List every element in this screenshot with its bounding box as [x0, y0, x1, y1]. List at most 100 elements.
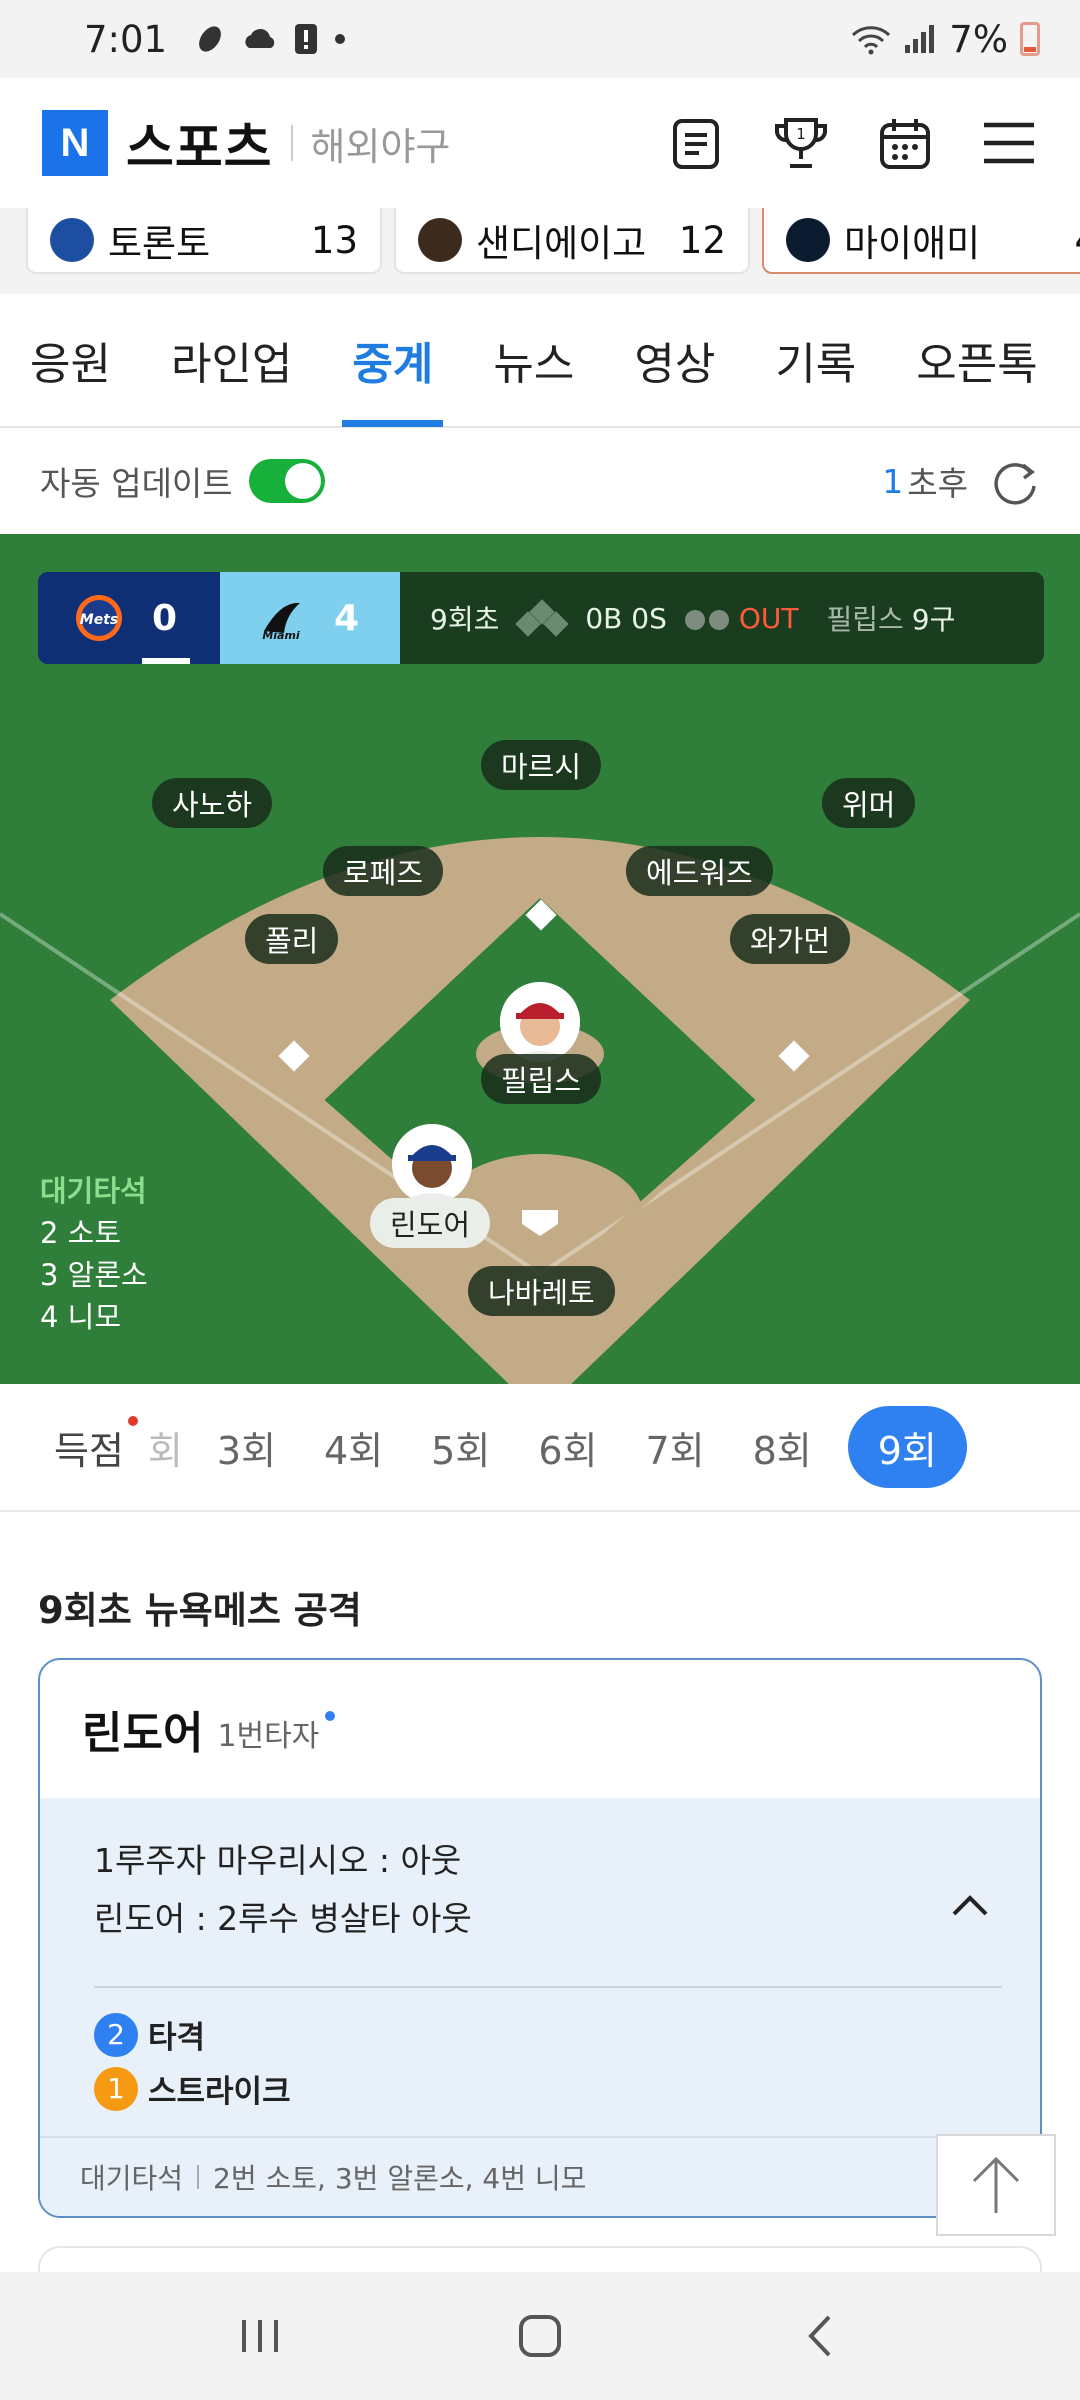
game-scores-strip: 토론토 13 샌디에이고 12 마이애미 4 — [0, 208, 1080, 294]
inning-tab-8[interactable]: 8회 — [729, 1420, 836, 1475]
naver-logo[interactable]: N — [42, 110, 108, 176]
fielder-left[interactable]: 사노하 — [152, 778, 273, 828]
scoreboard-marlins: Miami 4 — [220, 572, 400, 664]
on-deck-player: 2 소토 — [40, 1216, 122, 1250]
countdown-number: 1 — [882, 461, 904, 501]
mets-score: 0 — [152, 597, 178, 639]
brand-title[interactable]: 스포츠 — [126, 106, 273, 181]
recent-apps-icon — [242, 2320, 278, 2352]
batter-name[interactable]: 린도어 — [82, 1697, 203, 1761]
miami-logo-icon — [786, 218, 830, 262]
dot-icon — [335, 34, 346, 44]
pitch-number-badge: 1 — [94, 2066, 138, 2111]
score-card-team: 토론토 — [108, 222, 211, 265]
pitch-result: 스트라이크 — [148, 2074, 291, 2110]
signal-icon — [905, 25, 935, 53]
mets-logo-icon: Mets — [76, 595, 122, 641]
score-card-miami[interactable]: 마이애미 4 — [762, 208, 1080, 274]
inning-tab-4[interactable]: 4회 — [300, 1420, 407, 1475]
score-card-toronto[interactable]: 토론토 13 — [26, 208, 382, 274]
batter-label[interactable]: 린도어 — [370, 1198, 491, 1248]
at-bat-header: 린도어 1번타자 — [40, 1660, 1040, 1798]
inning-tab-partial[interactable]: 회 — [148, 1420, 193, 1475]
inning-tab-6[interactable]: 6회 — [514, 1420, 621, 1475]
fielder-second-base[interactable]: 에드워즈 — [626, 846, 773, 896]
play-event: 린도어 : 2루수 병살타 아웃 — [94, 1899, 472, 1938]
auto-update-toggle[interactable] — [248, 459, 325, 503]
on-deck-title: 대기타석 — [40, 1174, 147, 1208]
status-time: 7:01 — [84, 17, 168, 61]
fielder-center[interactable]: 마르시 — [481, 740, 602, 790]
field-view: Mets 0 Miami 4 9회초 0B 0S OUT 필립스 9구 사노하 … — [0, 534, 1080, 1384]
scoreboard-info: 9회초 0B 0S OUT 필립스 9구 — [400, 598, 955, 638]
section-title[interactable]: 해외야구 — [311, 116, 451, 171]
inning-tabs: 득점 회 3회 4회 5회 6회 7회 8회 9회 — [0, 1384, 1080, 1512]
pitch-result: 타격 — [148, 2020, 206, 2056]
home-button[interactable] — [500, 2296, 580, 2376]
fielder-first-base[interactable]: 와가먼 — [730, 914, 851, 964]
tab-cheer[interactable]: 응원 — [0, 293, 141, 427]
out-label: OUT — [738, 601, 799, 635]
inning-tab-score-label: 득점 — [54, 1428, 124, 1473]
new-dot-icon — [127, 1415, 138, 1426]
battery-percent: 7% — [949, 17, 1008, 61]
tab-records[interactable]: 기록 — [745, 293, 886, 427]
ball-strike-count: 0B 0S — [585, 601, 667, 635]
sandiego-logo-icon — [418, 218, 462, 262]
play-event: 1루주자 마우리시오 : 아웃 — [94, 1841, 462, 1880]
pitch-count: 9구 — [911, 603, 956, 636]
new-indicator-dot — [325, 1711, 336, 1721]
detail-divider — [94, 1986, 1002, 1988]
scoreboard-mets: Mets 0 — [38, 572, 220, 664]
fielder-shortstop[interactable]: 로페즈 — [323, 846, 444, 896]
on-deck-list: 대기타석 2 소토 3 알론소 4 니모 — [40, 1170, 148, 1338]
scroll-top-button[interactable] — [936, 2134, 1056, 2236]
trophy-icon[interactable]: 1 — [772, 114, 830, 172]
score-card-score: 13 — [310, 218, 358, 262]
on-deck-player: 4 니모 — [40, 1300, 122, 1334]
tab-broadcast[interactable]: 중계 — [322, 293, 463, 427]
on-deck-footer-text: 2번 소토, 3번 알론소, 4번 니모 — [213, 2162, 587, 2195]
tab-video[interactable]: 영상 — [604, 293, 745, 427]
inning-tab-5[interactable]: 5회 — [407, 1420, 514, 1475]
menu-icon[interactable] — [980, 114, 1038, 172]
wifi-icon — [852, 26, 891, 55]
leaf-icon — [199, 26, 221, 52]
inning-tab-9[interactable]: 9회 — [847, 1406, 967, 1488]
battery-icon — [1020, 22, 1040, 56]
news-list-icon[interactable] — [668, 114, 726, 172]
pitcher-avatar[interactable] — [500, 982, 580, 1062]
score-card-score: 4 — [1074, 219, 1080, 262]
score-card-sandiego[interactable]: 샌디에이고 12 — [394, 208, 750, 274]
inning-tab-3[interactable]: 3회 — [193, 1420, 300, 1475]
auto-update-row: 자동 업데이트 1 초후 — [0, 428, 1080, 534]
recent-apps-button[interactable] — [220, 2296, 300, 2376]
calendar-icon[interactable] — [876, 114, 934, 172]
fielder-right[interactable]: 위머 — [822, 778, 916, 828]
tab-lineup[interactable]: 라인업 — [141, 293, 322, 427]
app-header: N 스포츠 해외야구 1 — [0, 78, 1080, 208]
inning-tab-7[interactable]: 7회 — [621, 1420, 728, 1475]
on-deck-footer: 대기타석 2번 소토, 3번 알론소, 4번 니모 — [40, 2136, 1040, 2216]
inning-tab-score[interactable]: 득점 — [30, 1415, 148, 1475]
fielder-pitcher[interactable]: 필립스 — [481, 1054, 602, 1104]
inning-indicator: 9회초 — [430, 603, 500, 636]
refresh-icon[interactable] — [990, 456, 1040, 506]
svg-text:Miami: Miami — [262, 629, 300, 642]
pitch-number-badge: 2 — [94, 2012, 138, 2057]
cloud-icon — [245, 28, 275, 48]
marlins-logo-icon: Miami — [262, 602, 300, 642]
back-icon — [808, 2315, 831, 2357]
tab-news[interactable]: 뉴스 — [463, 293, 604, 427]
fielder-catcher[interactable]: 나바레토 — [468, 1266, 615, 1316]
batter-avatar[interactable] — [392, 1124, 472, 1204]
fielder-third-base[interactable]: 폴리 — [245, 914, 339, 964]
tab-opentalk[interactable]: 오픈톡 — [886, 293, 1067, 427]
chevron-up-icon[interactable] — [950, 1886, 990, 1926]
back-button[interactable] — [780, 2296, 860, 2376]
score-card-team: 마이애미 — [844, 222, 981, 265]
on-deck-footer-label: 대기타석 — [80, 2162, 184, 2195]
scoreboard: Mets 0 Miami 4 9회초 0B 0S OUT 필립스 9구 — [38, 572, 1044, 664]
current-pitcher: 필립스 — [826, 603, 904, 636]
home-icon — [519, 2315, 561, 2357]
